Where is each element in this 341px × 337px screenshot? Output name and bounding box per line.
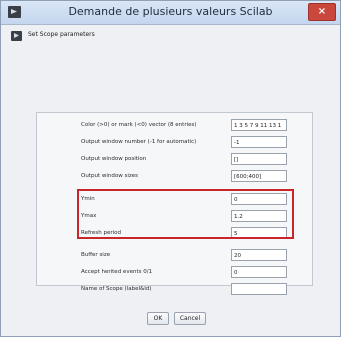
close-button[interactable]: × bbox=[308, 3, 336, 21]
field-scope-name[interactable] bbox=[231, 283, 287, 295]
parameters-panel: Color (>0) or mark (<0) vector (8 entrie… bbox=[36, 112, 313, 295]
highlight-box bbox=[77, 189, 294, 239]
label-window-sizes: Output window sizes bbox=[81, 173, 138, 179]
form-row-window-position: Output window position [] bbox=[37, 153, 312, 167]
window-title: Demande de plusieurs valeurs Scilab bbox=[68, 5, 273, 18]
form-row-buffer-size: Buffer size 20 bbox=[37, 249, 312, 263]
form-row-herited-events: Accept herited events 0/1 0 bbox=[37, 266, 312, 280]
field-color[interactable]: 1 3 5 7 9 11 13 1 bbox=[231, 119, 287, 131]
label-herited-events: Accept herited events 0/1 bbox=[81, 269, 153, 275]
field-herited-events[interactable]: 0 bbox=[231, 266, 287, 278]
form-row-scope-name: Name of Scope (label&Id) bbox=[37, 283, 312, 297]
label-window-number: Output window number (-1 for automatic) bbox=[81, 139, 197, 145]
field-window-sizes[interactable]: [600;400] bbox=[231, 170, 287, 182]
dialog-window: Demande de plusieurs valeurs Scilab × Se… bbox=[0, 0, 341, 337]
label-scope-name: Name of Scope (label&Id) bbox=[81, 286, 152, 292]
title-bar[interactable]: Demande de plusieurs valeurs Scilab × bbox=[1, 1, 340, 25]
field-window-position[interactable]: [] bbox=[231, 153, 287, 165]
dialog-content: Set Scope parameters Color (>0) or mark … bbox=[3, 25, 336, 333]
field-buffer-size[interactable]: 20 bbox=[231, 249, 287, 261]
label-window-position: Output window position bbox=[81, 156, 147, 162]
form-row-window-number: Output window number (-1 for automatic) … bbox=[37, 136, 312, 150]
ok-button[interactable]: OK bbox=[147, 312, 169, 325]
form-row-color: Color (>0) or mark (<0) vector (8 entrie… bbox=[37, 119, 312, 133]
header-text: Set Scope parameters bbox=[28, 31, 95, 38]
field-window-number[interactable]: -1 bbox=[231, 136, 287, 148]
label-color: Color (>0) or mark (<0) vector (8 entrie… bbox=[81, 122, 197, 128]
label-buffer-size: Buffer size bbox=[81, 252, 111, 258]
cancel-button[interactable]: Cancel bbox=[174, 312, 206, 325]
scilab-header-icon bbox=[11, 31, 22, 41]
form-row-window-sizes: Output window sizes [600;400] bbox=[37, 170, 312, 184]
